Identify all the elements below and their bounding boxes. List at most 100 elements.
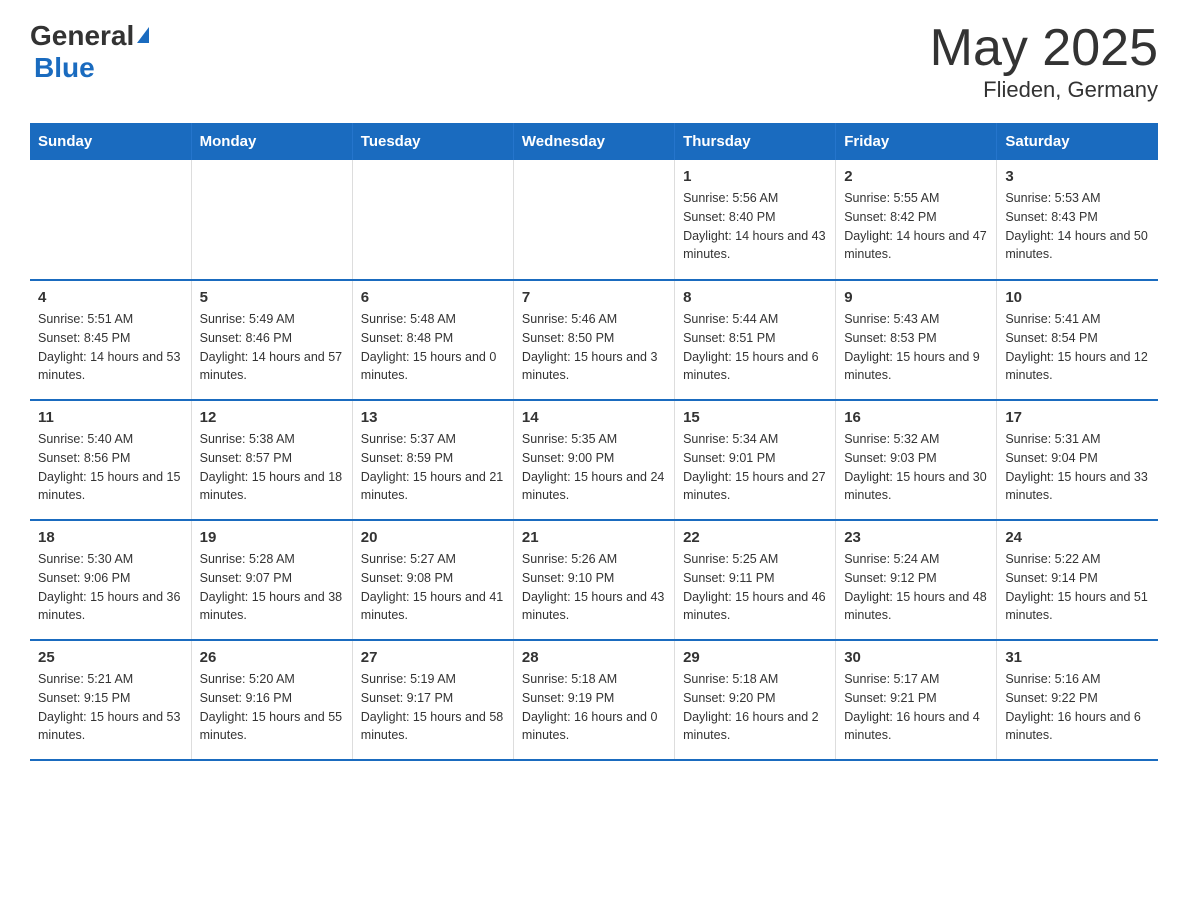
- day-info: Sunrise: 5:20 AM Sunset: 9:16 PM Dayligh…: [200, 670, 344, 745]
- day-number: 28: [522, 649, 666, 666]
- title-block: May 2025 Flieden, Germany: [930, 20, 1158, 103]
- week-row-1: 1 Sunrise: 5:56 AM Sunset: 8:40 PM Daylig…: [30, 160, 1158, 280]
- day-cell: 20Sunrise: 5:27 AM Sunset: 9:08 PM Dayli…: [352, 520, 513, 640]
- day-number: 6: [361, 289, 505, 306]
- day-cell: 13Sunrise: 5:37 AM Sunset: 8:59 PM Dayli…: [352, 400, 513, 520]
- day-number: 7: [522, 289, 666, 306]
- logo-blue-text: Blue: [34, 52, 95, 83]
- day-cell: 14 Sunrise: 5:35 AM Sunset: 9:00 PM Dayli…: [513, 400, 674, 520]
- day-cell: 15Sunrise: 5:34 AM Sunset: 9:01 PM Dayli…: [675, 400, 836, 520]
- header-row: Sunday Monday Tuesday Wednesday Thursday…: [30, 123, 1158, 160]
- day-cell: 27Sunrise: 5:19 AM Sunset: 9:17 PM Dayli…: [352, 640, 513, 760]
- day-number: 31: [1005, 649, 1150, 666]
- day-cell: 31 Sunrise: 5:16 AM Sunset: 9:22 PM Dayli…: [997, 640, 1158, 760]
- day-cell: 8 Sunrise: 5:44 AM Sunset: 8:51 PM Daylig…: [675, 280, 836, 400]
- day-cell: 3 Sunrise: 5:53 AM Sunset: 8:43 PM Daylig…: [997, 160, 1158, 280]
- day-info: Sunrise: 5:21 AM Sunset: 9:15 PM Dayligh…: [38, 670, 183, 745]
- day-number: 1: [683, 168, 827, 185]
- day-cell: 29 Sunrise: 5:18 AM Sunset: 9:20 PM Dayli…: [675, 640, 836, 760]
- day-number: 23: [844, 529, 988, 546]
- day-info: Sunrise: 5:16 AM Sunset: 9:22 PM Dayligh…: [1005, 670, 1150, 745]
- day-number: 11: [38, 409, 183, 426]
- day-cell: 25Sunrise: 5:21 AM Sunset: 9:15 PM Dayli…: [30, 640, 191, 760]
- logo-triangle-icon: [137, 27, 149, 43]
- day-cell: 2 Sunrise: 5:55 AM Sunset: 8:42 PM Daylig…: [836, 160, 997, 280]
- day-info: Sunrise: 5:37 AM Sunset: 8:59 PM Dayligh…: [361, 430, 505, 505]
- day-info: Sunrise: 5:48 AM Sunset: 8:48 PM Dayligh…: [361, 310, 505, 385]
- week-row-5: 25Sunrise: 5:21 AM Sunset: 9:15 PM Dayli…: [30, 640, 1158, 760]
- day-info: Sunrise: 5:24 AM Sunset: 9:12 PM Dayligh…: [844, 550, 988, 625]
- day-cell: 19Sunrise: 5:28 AM Sunset: 9:07 PM Dayli…: [191, 520, 352, 640]
- week-row-3: 11 Sunrise: 5:40 AM Sunset: 8:56 PM Dayli…: [30, 400, 1158, 520]
- day-number: 10: [1005, 289, 1150, 306]
- day-info: Sunrise: 5:30 AM Sunset: 9:06 PM Dayligh…: [38, 550, 183, 625]
- calendar-header: Sunday Monday Tuesday Wednesday Thursday…: [30, 123, 1158, 160]
- day-cell: [191, 160, 352, 280]
- day-cell: 4 Sunrise: 5:51 AM Sunset: 8:45 PM Daylig…: [30, 280, 191, 400]
- day-number: 26: [200, 649, 344, 666]
- week-row-2: 4 Sunrise: 5:51 AM Sunset: 8:45 PM Daylig…: [30, 280, 1158, 400]
- logo-general-text: General: [30, 20, 134, 52]
- day-info: Sunrise: 5:55 AM Sunset: 8:42 PM Dayligh…: [844, 189, 988, 264]
- day-info: Sunrise: 5:43 AM Sunset: 8:53 PM Dayligh…: [844, 310, 988, 385]
- day-info: Sunrise: 5:53 AM Sunset: 8:43 PM Dayligh…: [1005, 189, 1150, 264]
- day-number: 16: [844, 409, 988, 426]
- day-info: Sunrise: 5:27 AM Sunset: 9:08 PM Dayligh…: [361, 550, 505, 625]
- day-info: Sunrise: 5:41 AM Sunset: 8:54 PM Dayligh…: [1005, 310, 1150, 385]
- day-cell: [30, 160, 191, 280]
- day-number: 5: [200, 289, 344, 306]
- day-info: Sunrise: 5:22 AM Sunset: 9:14 PM Dayligh…: [1005, 550, 1150, 625]
- day-cell: 11 Sunrise: 5:40 AM Sunset: 8:56 PM Dayli…: [30, 400, 191, 520]
- day-cell: 30Sunrise: 5:17 AM Sunset: 9:21 PM Dayli…: [836, 640, 997, 760]
- col-monday: Monday: [191, 123, 352, 160]
- day-cell: 22 Sunrise: 5:25 AM Sunset: 9:11 PM Dayli…: [675, 520, 836, 640]
- col-friday: Friday: [836, 123, 997, 160]
- day-cell: 23 Sunrise: 5:24 AM Sunset: 9:12 PM Dayli…: [836, 520, 997, 640]
- day-cell: 17Sunrise: 5:31 AM Sunset: 9:04 PM Dayli…: [997, 400, 1158, 520]
- day-info: Sunrise: 5:31 AM Sunset: 9:04 PM Dayligh…: [1005, 430, 1150, 505]
- day-cell: 18 Sunrise: 5:30 AM Sunset: 9:06 PM Dayli…: [30, 520, 191, 640]
- day-number: 30: [844, 649, 988, 666]
- day-cell: [352, 160, 513, 280]
- col-saturday: Saturday: [997, 123, 1158, 160]
- day-cell: 21Sunrise: 5:26 AM Sunset: 9:10 PM Dayli…: [513, 520, 674, 640]
- day-cell: 1 Sunrise: 5:56 AM Sunset: 8:40 PM Daylig…: [675, 160, 836, 280]
- day-info: Sunrise: 5:32 AM Sunset: 9:03 PM Dayligh…: [844, 430, 988, 505]
- day-number: 3: [1005, 168, 1150, 185]
- day-number: 22: [683, 529, 827, 546]
- day-cell: 12 Sunrise: 5:38 AM Sunset: 8:57 PM Dayli…: [191, 400, 352, 520]
- page-header: General Blue May 2025 Flieden, Germany: [30, 20, 1158, 103]
- day-cell: 28 Sunrise: 5:18 AM Sunset: 9:19 PM Dayli…: [513, 640, 674, 760]
- day-info: Sunrise: 5:51 AM Sunset: 8:45 PM Dayligh…: [38, 310, 183, 385]
- day-number: 29: [683, 649, 827, 666]
- day-info: Sunrise: 5:28 AM Sunset: 9:07 PM Dayligh…: [200, 550, 344, 625]
- col-tuesday: Tuesday: [352, 123, 513, 160]
- calendar-title: May 2025: [930, 20, 1158, 77]
- day-info: Sunrise: 5:56 AM Sunset: 8:40 PM Dayligh…: [683, 189, 827, 264]
- day-info: Sunrise: 5:46 AM Sunset: 8:50 PM Dayligh…: [522, 310, 666, 385]
- day-info: Sunrise: 5:18 AM Sunset: 9:20 PM Dayligh…: [683, 670, 827, 745]
- day-number: 4: [38, 289, 183, 306]
- day-info: Sunrise: 5:38 AM Sunset: 8:57 PM Dayligh…: [200, 430, 344, 505]
- day-info: Sunrise: 5:35 AM Sunset: 9:00 PM Dayligh…: [522, 430, 666, 505]
- day-info: Sunrise: 5:40 AM Sunset: 8:56 PM Dayligh…: [38, 430, 183, 505]
- day-info: Sunrise: 5:19 AM Sunset: 9:17 PM Dayligh…: [361, 670, 505, 745]
- day-cell: [513, 160, 674, 280]
- day-number: 12: [200, 409, 344, 426]
- col-thursday: Thursday: [675, 123, 836, 160]
- day-number: 14: [522, 409, 666, 426]
- day-info: Sunrise: 5:18 AM Sunset: 9:19 PM Dayligh…: [522, 670, 666, 745]
- day-number: 2: [844, 168, 988, 185]
- day-info: Sunrise: 5:34 AM Sunset: 9:01 PM Dayligh…: [683, 430, 827, 505]
- day-number: 24: [1005, 529, 1150, 546]
- day-number: 8: [683, 289, 827, 306]
- day-info: Sunrise: 5:26 AM Sunset: 9:10 PM Dayligh…: [522, 550, 666, 625]
- logo-general-row: General: [30, 20, 149, 52]
- day-info: Sunrise: 5:44 AM Sunset: 8:51 PM Dayligh…: [683, 310, 827, 385]
- calendar-subtitle: Flieden, Germany: [930, 77, 1158, 103]
- day-cell: 9Sunrise: 5:43 AM Sunset: 8:53 PM Daylig…: [836, 280, 997, 400]
- day-info: Sunrise: 5:25 AM Sunset: 9:11 PM Dayligh…: [683, 550, 827, 625]
- day-number: 18: [38, 529, 183, 546]
- day-info: Sunrise: 5:49 AM Sunset: 8:46 PM Dayligh…: [200, 310, 344, 385]
- day-cell: 10 Sunrise: 5:41 AM Sunset: 8:54 PM Dayli…: [997, 280, 1158, 400]
